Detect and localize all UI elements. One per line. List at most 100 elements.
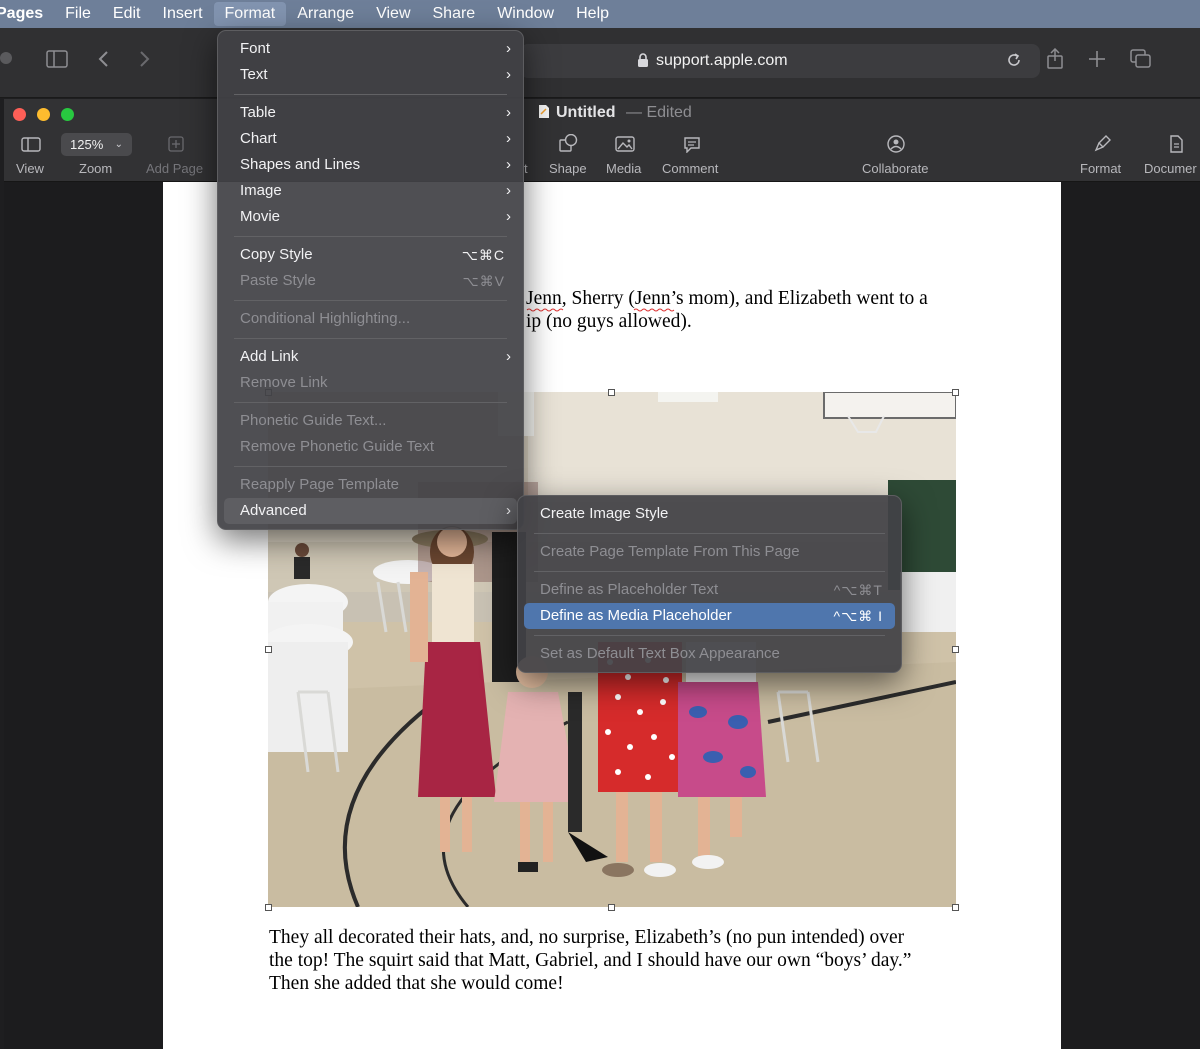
shortcut-paste-style: ⌥⌘V [462,273,505,289]
format-brush-icon[interactable] [1094,134,1112,153]
menu-separator [234,236,507,237]
add-page-label: Add Page [146,161,204,176]
tab-overview-icon[interactable] [1130,49,1152,69]
menu-format[interactable]: Format [213,2,287,26]
close-window-button[interactable] [13,108,26,121]
format-menu: Font › Text › Table › Chart › Shapes and Lin… [217,30,524,530]
menu-item-add-link[interactable]: Add Link › [224,344,517,370]
view-label: View [16,161,44,176]
chevron-right-icon: › [506,66,511,83]
format-label: Format [1080,161,1122,176]
resize-handle-right[interactable] [952,646,959,653]
shape-icon[interactable] [559,134,578,152]
zoom-value: 125% [70,137,104,152]
menu-item-movie[interactable]: Movie › [224,204,517,230]
menu-item-advanced[interactable]: Advanced › [224,498,517,524]
menu-share[interactable]: Share [422,0,487,28]
advanced-submenu: Create Image Style Create Page Template … [517,495,902,673]
media-label: Media [606,161,642,176]
minimize-window-button[interactable] [37,108,50,121]
menu-separator [234,300,507,301]
menu-separator [534,533,885,534]
menu-item-font[interactable]: Font › [224,36,517,62]
document-text-line-2[interactable]: ip (no guys allowed). [526,310,692,334]
menu-item-text[interactable]: Text › [224,62,517,88]
menu-item-set-default-text-box: Set as Default Text Box Appearance [540,645,780,662]
chevron-right-icon: › [506,502,511,519]
share-icon[interactable] [1046,48,1064,70]
chevron-right-icon: › [506,104,511,121]
document-icon[interactable] [1169,135,1184,153]
menu-app-pages[interactable]: Pages [0,0,54,28]
resize-handle-bottom-left[interactable] [265,904,272,911]
menu-item-copy-style[interactable]: Copy Style ⌥⌘C [224,242,517,268]
menu-view[interactable]: View [365,0,421,28]
comment-icon[interactable] [683,136,701,153]
media-icon[interactable] [615,136,635,152]
shortcut-define-media-placeholder: ^⌥⌘ I [833,608,883,624]
collaborate-icon[interactable] [886,135,906,153]
menu-item-create-image-style[interactable]: Create Image Style [524,501,895,527]
menu-bar: Pages File Edit Insert Format Arrange Vi… [0,0,1200,28]
menu-item-paste-style: Paste Style ⌥⌘V [224,268,517,294]
chevron-right-icon: › [506,156,511,173]
window-title: Untitled — Edited [538,104,692,122]
resize-handle-bottom[interactable] [608,904,615,911]
edited-status: — Edited [626,104,692,121]
document-paragraph-line-3[interactable]: Then she added that she would come! [269,972,564,996]
chevron-right-icon: › [506,348,511,365]
zoom-label: Zoom [79,161,113,176]
menu-item-create-page-template: Create Page Template From This Page [540,543,800,560]
shortcut-copy-style: ⌥⌘C [461,247,505,263]
zoom-window-button[interactable] [61,108,74,121]
chevron-right-icon: › [506,40,511,57]
menu-item-conditional-highlighting: Conditional Highlighting... [240,310,411,327]
menu-item-image[interactable]: Image › [224,178,517,204]
new-tab-icon[interactable] [1088,50,1106,68]
menu-separator [234,402,507,403]
menu-separator [534,571,885,572]
document-left-margin [4,182,163,1049]
sidebar-toggle-icon[interactable] [46,50,68,68]
reload-icon[interactable] [1006,52,1022,68]
back-arrow-icon[interactable] [97,50,109,68]
chevron-right-icon: › [506,208,511,225]
view-icon[interactable] [21,137,41,152]
lock-icon [638,53,648,67]
resize-handle-top[interactable] [608,389,615,396]
forward-arrow-icon[interactable] [139,50,151,68]
document-file-icon [539,105,549,118]
document-paragraph-line-1[interactable]: They all decorated their hats, and, no s… [269,926,904,950]
menu-item-define-placeholder-text: Define as Placeholder Text ^⌥⌘T [524,577,895,603]
menu-arrange[interactable]: Arrange [286,0,365,28]
menu-separator [234,338,507,339]
resize-handle-top-right[interactable] [952,389,959,396]
comment-label: Comment [662,161,719,176]
menu-item-reapply-page-template: Reapply Page Template [240,476,399,493]
menu-edit[interactable]: Edit [102,0,152,28]
menu-item-remove-phonetic-guide-text: Remove Phonetic Guide Text [240,438,434,455]
resize-handle-bottom-right[interactable] [952,904,959,911]
menu-item-shapes-and-lines[interactable]: Shapes and Lines › [224,152,517,178]
chevron-right-icon: › [506,130,511,147]
zoom-dropdown[interactable]: 125% ⌄ [61,133,132,156]
resize-handle-left[interactable] [265,646,272,653]
menu-separator [234,466,507,467]
add-page-icon[interactable] [168,136,184,152]
menu-insert[interactable]: Insert [152,0,214,28]
menu-help[interactable]: Help [565,0,620,28]
document-paragraph-line-2[interactable]: the top! The squirt said that Matt, Gabr… [269,949,911,973]
window-title-text: Untitled [556,104,616,121]
menu-item-table[interactable]: Table › [224,100,517,126]
menu-window[interactable]: Window [486,0,565,28]
document-right-margin [1061,182,1200,1049]
menu-item-phonetic-guide-text: Phonetic Guide Text... [240,412,387,429]
menu-item-define-media-placeholder[interactable]: Define as Media Placeholder ^⌥⌘ I [524,603,895,629]
menu-separator [534,635,885,636]
menu-item-remove-link: Remove Link [240,374,328,391]
menu-file[interactable]: File [54,0,102,28]
document-text-line-1[interactable]: Jenn, Sherry (Jenn’s mom), and Elizabeth… [526,287,928,311]
url-text: support.apple.com [656,52,788,69]
safari-dot [0,52,12,64]
menu-item-chart[interactable]: Chart › [224,126,517,152]
